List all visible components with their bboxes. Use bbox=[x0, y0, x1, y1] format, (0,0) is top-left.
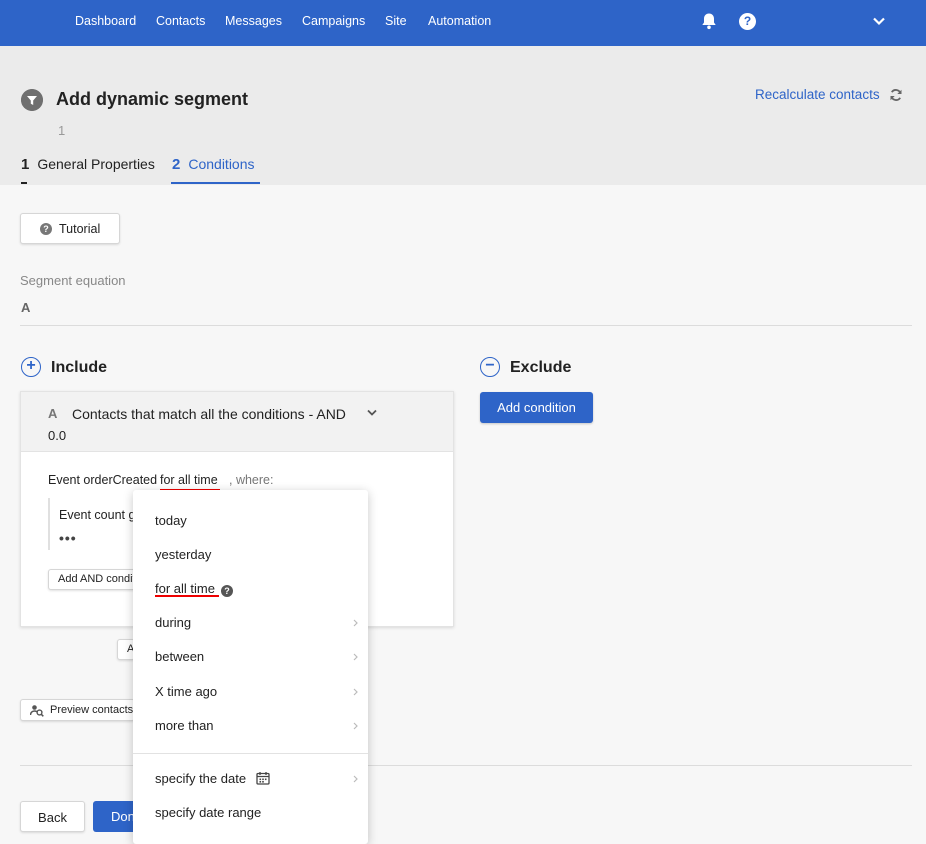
chevron-right-icon bbox=[353, 619, 358, 627]
nav-campaigns[interactable]: Campaigns bbox=[302, 14, 365, 28]
help-icon[interactable]: ? bbox=[739, 13, 756, 30]
event-where-text: , where: bbox=[229, 473, 274, 487]
chevron-right-icon bbox=[353, 688, 358, 696]
event-period-link[interactable]: for all time bbox=[160, 473, 218, 487]
divider bbox=[20, 325, 912, 326]
recalculate-contacts-link[interactable]: Recalculate contacts bbox=[755, 87, 880, 102]
top-nav-bar: Dashboard Contacts Messages Campaigns Si… bbox=[0, 0, 926, 46]
tutorial-button[interactable]: ? Tutorial bbox=[20, 213, 120, 244]
nav-messages[interactable]: Messages bbox=[225, 14, 282, 28]
preview-contacts-button[interactable]: Preview contacts bbox=[20, 699, 135, 721]
event-count-label: Event count g bbox=[59, 508, 136, 522]
tab-general-underline bbox=[21, 182, 27, 184]
question-icon: ? bbox=[40, 223, 52, 235]
group-title[interactable]: Contacts that match all the conditions -… bbox=[72, 406, 346, 422]
page-title: Add dynamic segment bbox=[56, 89, 249, 109]
tab-active-underline bbox=[171, 182, 260, 184]
selected-underline bbox=[155, 595, 219, 597]
dropdown-separator bbox=[133, 753, 368, 754]
dropdown-item-between[interactable]: between bbox=[133, 642, 368, 672]
dropdown-item-specify-date[interactable]: specify the date bbox=[133, 764, 368, 794]
chevron-right-icon bbox=[353, 722, 358, 730]
dropdown-item-for-all-time[interactable]: for all time? bbox=[133, 574, 368, 604]
nav-contacts[interactable]: Contacts bbox=[156, 14, 205, 28]
dropdown-item-yesterday[interactable]: yesterday bbox=[133, 540, 368, 570]
add-condition-button[interactable]: Add condition bbox=[480, 392, 593, 423]
exclude-title: Exclude bbox=[510, 359, 572, 376]
calendar-icon bbox=[256, 772, 270, 785]
group-number: 0.0 bbox=[48, 428, 67, 443]
segment-equation-value: A bbox=[21, 300, 31, 315]
bell-icon[interactable] bbox=[700, 12, 718, 30]
group-letter: A bbox=[48, 406, 58, 421]
page-subtitle: 1 bbox=[58, 123, 66, 138]
nav-dashboard[interactable]: Dashboard bbox=[75, 14, 136, 28]
chevron-down-icon[interactable] bbox=[367, 409, 377, 417]
dropdown-item-more-than[interactable]: more than bbox=[133, 711, 368, 741]
dropdown-item-x-time-ago[interactable]: X time ago bbox=[133, 677, 368, 707]
add-and-condition-button[interactable]: Add AND conditi bbox=[48, 569, 136, 590]
chevron-right-icon bbox=[353, 775, 358, 783]
event-name: Event orderCreated bbox=[48, 473, 158, 487]
nav-site[interactable]: Site bbox=[385, 14, 407, 28]
back-button[interactable]: Back bbox=[20, 801, 85, 832]
dropdown-item-specify-date-range[interactable]: specify date range bbox=[133, 798, 368, 828]
chevron-right-icon bbox=[353, 653, 358, 661]
page-header: Add dynamic segment 1 Recalculate contac… bbox=[0, 46, 926, 185]
segment-equation-label: Segment equation bbox=[20, 273, 126, 288]
help-icon[interactable]: ? bbox=[220, 585, 233, 597]
filter-icon bbox=[21, 89, 43, 111]
tab-conditions[interactable]: 2 Conditions bbox=[172, 156, 255, 173]
refresh-icon[interactable] bbox=[889, 88, 903, 102]
plus-circle-icon: + bbox=[21, 357, 41, 377]
more-options-icon[interactable]: ••• bbox=[59, 530, 77, 546]
preview-users-icon bbox=[30, 705, 44, 717]
dropdown-item-today[interactable]: today bbox=[133, 506, 368, 536]
chevron-down-icon[interactable] bbox=[872, 16, 886, 26]
condition-group-header: A Contacts that match all the conditions… bbox=[21, 392, 453, 452]
dropdown-item-during[interactable]: during bbox=[133, 608, 368, 638]
include-title: Include bbox=[51, 359, 108, 376]
done-button[interactable]: Done bbox=[93, 801, 138, 832]
tab-general-properties[interactable]: 1 General Properties bbox=[21, 156, 155, 173]
minus-circle-icon: − bbox=[480, 357, 500, 377]
nav-automation[interactable]: Automation bbox=[428, 14, 491, 28]
period-dropdown-menu: today yesterday for all time? during bet… bbox=[133, 490, 368, 844]
